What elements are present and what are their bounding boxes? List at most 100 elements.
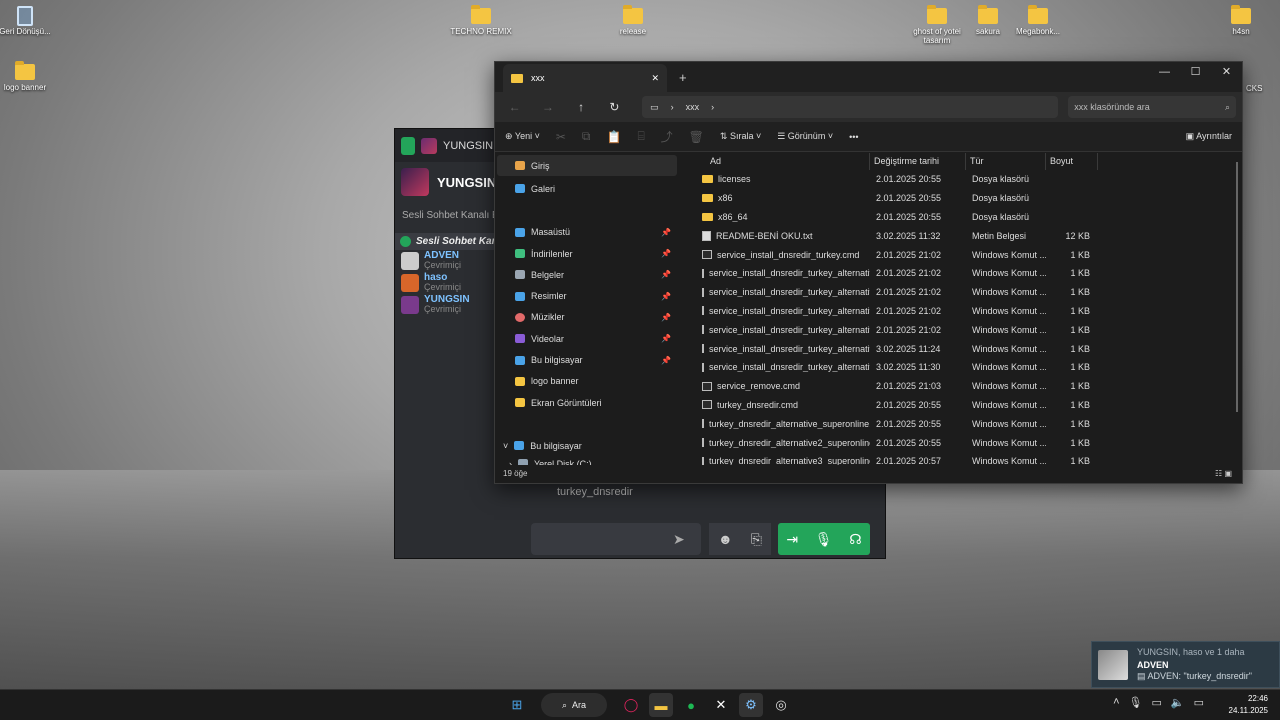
navigation-pane: Giriş Galeri Masaüstü 📌 İndirilenler 📌 Bel… [495,153,683,469]
sidebar-item-downloads[interactable]: İndirilenler 📌 [495,243,683,264]
file-size: 1 KB [1070,324,1090,335]
column-headers: Ad Değiştirme tarihi Tür Boyut [690,153,1242,170]
address-bar[interactable]: ▭ › xxx › [642,96,1059,118]
file-row[interactable]: service_remove.cmd 2.01.2025 21:03 Windows… [690,377,1242,396]
sidebar-item-home[interactable]: Giriş [497,155,677,177]
file-row[interactable]: service_install_dnsredir_turkey.cmd 2.01.… [690,245,1242,264]
microphone-icon[interactable]: 🎙 [815,531,833,548]
cmd-file-icon [702,268,704,278]
sidebar-item-logo-banner[interactable]: logo banner [495,371,683,392]
leave-voice-icon[interactable]: ⇥ [786,531,798,548]
desktop-icon-techno-remix[interactable]: TECHNO REMIX [446,5,516,37]
sidebar-item-pictures[interactable]: Resimler 📌 [495,285,683,306]
file-row[interactable]: service_install_dnsredir_turkey_alternat… [690,339,1242,358]
display-icon[interactable]: ▭ [1151,696,1161,709]
column-header-name[interactable]: Ad [690,153,870,170]
explorer-toolbar: ⊕ Yeni ˅ ✂ ⧉ 📋 ⌸ ⤴ 🗑 ⇅ Sırala ˅ ☰ Görünü… [495,122,1242,152]
desktop-icon-recycle-bin[interactable]: Geri Dönüşü... [0,6,60,37]
refresh-icon[interactable]: ↻ [601,100,628,114]
send-icon[interactable]: ➤ [673,531,685,548]
copy-icon[interactable]: ⧉ [582,129,591,144]
paste-icon[interactable]: 📋 [606,130,621,144]
delete-icon[interactable]: 🗑 [689,130,704,144]
file-row[interactable]: service_install_dnsredir_turkey_alternat… [690,358,1242,377]
column-header-date[interactable]: Değiştirme tarihi [870,153,966,170]
rename-icon[interactable]: ⌸ [637,129,644,144]
desktop-icon-h4sn[interactable]: h4sn [1206,5,1276,37]
app-icon[interactable]: ◎ [769,693,793,717]
battery-icon[interactable]: ▭ [1194,696,1204,709]
chevron-up-icon[interactable]: ˄ [1113,696,1119,709]
view-button[interactable]: ☰ Görünüm ˅ [777,131,833,142]
desktop-icon-logo-banner[interactable]: logo banner [0,61,60,93]
file-name: turkey_dnsredir.cmd [717,399,799,410]
desktop-icon-megabonk[interactable]: Megabonk... [1003,5,1073,37]
opera-icon[interactable]: ◯ [619,693,643,717]
file-row[interactable]: service_install_dnsredir_turkey_alternat… [690,283,1242,302]
pin-icon: 📌 [661,291,671,301]
share-icon[interactable]: ⤴ [661,128,673,145]
attach-icon[interactable]: ⎘ [751,531,762,548]
file-row[interactable]: turkey_dnsredir.cmd 2.01.2025 20:55 Window… [690,396,1242,415]
scrollbar[interactable] [1236,162,1238,412]
sidebar-item-this-pc-pinned[interactable]: Bu bilgisayar 📌 [495,349,683,370]
file-row[interactable]: service_install_dnsredir_turkey_alternat… [690,264,1242,283]
back-icon[interactable]: ← [501,100,528,114]
clock[interactable]: 22:46 24.11.2025 [1229,693,1268,717]
view-toggle[interactable]: ☷ ▣ [1215,465,1232,483]
sidebar-item-documents[interactable]: Belgeler 📌 [495,264,683,285]
taskbar-search[interactable]: ⌕ Ara [541,693,607,717]
tab-xxx[interactable]: xxx ✕ [503,64,667,92]
sidebar-item-gallery[interactable]: Galeri [495,178,683,199]
file-name-cell: service_install_dnsredir_turkey_alternat… [690,325,870,335]
new-button[interactable]: ⊕ Yeni ˅ [505,131,540,142]
details-button[interactable]: ▣ Ayrıntılar [1186,131,1232,142]
file-row[interactable]: service_install_dnsredir_turkey_alternat… [690,302,1242,321]
notification-toast[interactable]: YUNGSIN, haso ve 1 daha ADVEN ▤ ADVEN: "… [1091,641,1280,688]
spotify-icon[interactable]: ● [679,693,703,717]
capcut-icon[interactable]: ✕ [709,693,733,717]
folder-icon [15,61,35,80]
start-icon[interactable]: ⊞ [505,693,529,717]
sidebar-item-music[interactable]: Müzikler 📌 [495,307,683,328]
search-input[interactable]: xxx klasöründe ara ⌕ [1068,96,1237,118]
file-row[interactable]: licenses 2.01.2025 20:55 Dosya klasörü [690,170,1242,189]
file-row[interactable]: service_install_dnsredir_turkey_alternat… [690,320,1242,339]
sort-button[interactable]: ⇅ Sırala ˅ [720,131,761,142]
steam-icon[interactable]: ⚙ [739,693,763,717]
desktop-icon-release[interactable]: release [598,5,668,37]
sidebar-item-desktop[interactable]: Masaüstü 📌 [495,222,683,243]
forward-icon[interactable]: → [534,100,561,114]
file-date: 2.01.2025 21:02 [876,324,942,335]
more-icon[interactable]: ••• [849,132,858,142]
column-header-type[interactable]: Tür [966,153,1046,170]
microphone-icon[interactable]: 🎙 [1129,696,1143,709]
file-explorer-icon[interactable]: ▬ [649,693,673,717]
close-icon[interactable]: ✕ [1211,62,1242,82]
cut-icon[interactable]: ✂ [556,130,566,144]
file-row[interactable]: x86 2.01.2025 20:55 Dosya klasörü [690,189,1242,208]
sidebar-item-this-pc[interactable]: ˅ Bu bilgisayar [495,435,683,456]
up-icon[interactable]: ↑ [568,100,595,114]
sidebar-item-screenshots[interactable]: Ekran Görüntüleri [495,392,683,413]
file-row[interactable]: turkey_dnsredir_alternative_superonline.… [690,414,1242,433]
emoji-icon[interactable]: ☻ [718,531,733,547]
headphones-icon[interactable]: ☊ [849,531,861,548]
close-tab-icon[interactable]: ✕ [651,73,659,84]
file-explorer-window[interactable]: xxx ✕ + — ☐ ✕ ← → ↑ ↻ ▭ › xxx › xxx klas… [494,61,1243,484]
file-row[interactable]: x86_64 2.01.2025 20:55 Dosya klasörü [690,208,1242,227]
file-row[interactable]: README-BENİ OKU.txt 3.02.2025 11:32 Metin … [690,226,1242,245]
new-tab-icon[interactable]: + [679,70,687,85]
avatar [401,295,419,314]
column-header-size[interactable]: Boyut [1046,153,1098,170]
file-type: Windows Komut ... [972,381,1046,392]
file-type: Windows Komut ... [972,343,1046,354]
member-status: Çevrimiçi [424,260,461,270]
maximize-icon[interactable]: ☐ [1180,62,1211,82]
sidebar-item-videos[interactable]: Videolar 📌 [495,328,683,349]
file-row[interactable]: turkey_dnsredir_alternative2_superonline… [690,433,1242,452]
minimize-icon[interactable]: — [1149,62,1180,82]
volume-icon[interactable]: 🔈 [1171,696,1185,709]
taskbar: ⊞ ⌕ Ara ◯ ▬ ● ✕ ⚙ ◎ ˄ 🎙 ▭ 🔈 ▭ 22:46 24.11… [0,689,1280,720]
breadcrumb[interactable]: xxx [686,102,700,112]
